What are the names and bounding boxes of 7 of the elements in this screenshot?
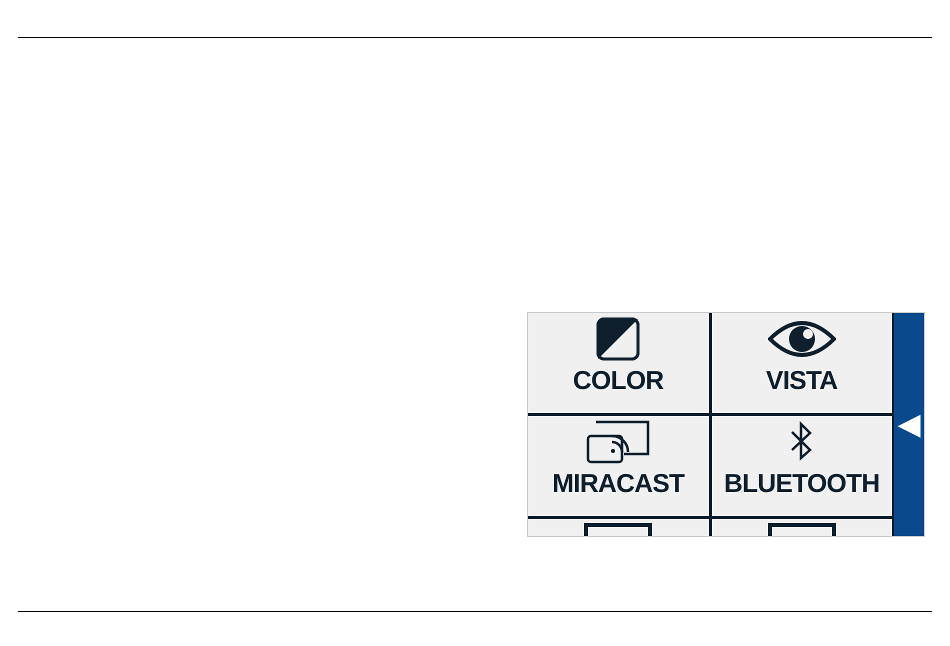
screen-cast-icon: [586, 420, 650, 464]
contrast-square-icon: [596, 317, 640, 361]
menu-tile[interactable]: BLUETOOTH: [712, 416, 892, 516]
menu-tile[interactable]: MIRACAST: [528, 416, 708, 516]
collapse-button[interactable]: ◀: [894, 313, 924, 536]
menu-tile[interactable]: COLOR: [528, 313, 708, 413]
menu-tile[interactable]: VISTA: [712, 313, 892, 413]
